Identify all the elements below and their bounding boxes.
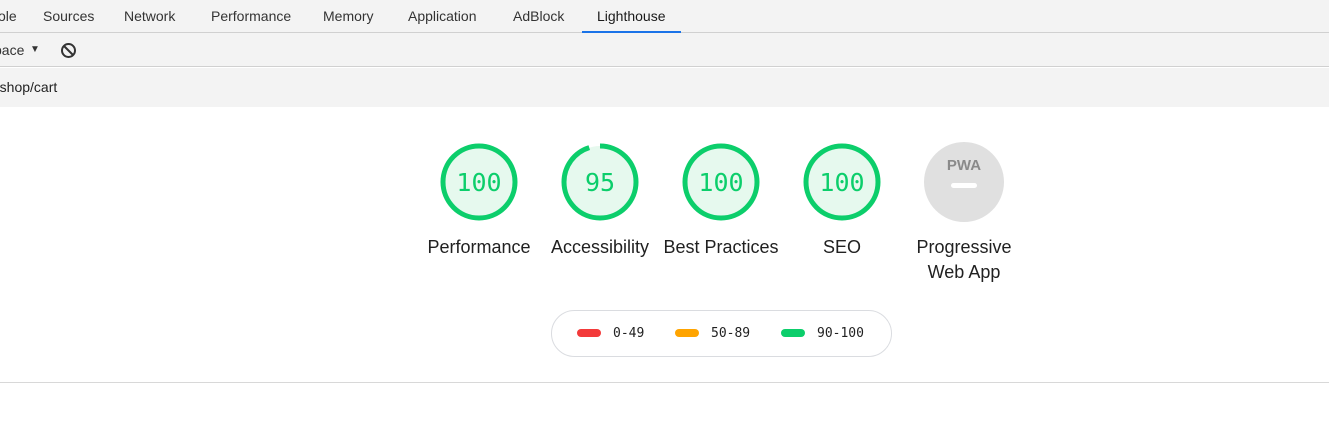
score-ring: 100	[803, 143, 881, 221]
gauge-label: SEO	[822, 237, 861, 257]
tab-memory[interactable]: Memory	[323, 0, 374, 33]
legend-label-pass: 90-100	[817, 326, 864, 341]
legend-item-pass: 90-100	[781, 311, 864, 356]
tab-performance[interactable]: Performance	[211, 0, 291, 33]
gauge-label: Best Practices	[663, 237, 779, 257]
report-select-dropdown[interactable]: pace ▼	[0, 33, 40, 67]
gauge-accessibility[interactable]: 95 Accessibility	[540, 107, 660, 260]
legend-item-fail: 0-49	[577, 311, 644, 356]
tab-console[interactable]: ole	[0, 0, 17, 33]
score-value: 100	[819, 168, 864, 197]
legend-label-average: 50-89	[711, 326, 751, 341]
dropdown-arrow-icon: ▼	[30, 44, 40, 55]
gauge-pwa[interactable]: PWA Progressive Web App	[904, 107, 1024, 285]
score-ring: 100	[682, 143, 760, 221]
lighthouse-toolbar: pace ▼	[0, 33, 1329, 67]
gauge-label: Accessibility	[550, 237, 650, 257]
score-value: 100	[456, 168, 501, 197]
lighthouse-report: 100 Performance 95 Accessibility 100 Best P…	[0, 107, 1329, 439]
report-url-bar: e/shop/cart	[0, 68, 1329, 107]
gauge-seo[interactable]: 100 SEO	[782, 107, 902, 260]
gauge-performance[interactable]: 100 Performance	[419, 107, 539, 260]
gauge-best-practices[interactable]: 100 Best Practices	[661, 107, 781, 260]
report-url[interactable]: e/shop/cart	[0, 68, 57, 107]
block-icon[interactable]	[60, 42, 77, 59]
pwa-badge-text: PWA	[947, 157, 981, 174]
devtools-tab-bar: ole Sources Network Performance Memory A…	[0, 0, 1329, 34]
report-select-label: pace	[0, 42, 25, 58]
report-divider	[0, 382, 1329, 383]
tab-network[interactable]: Network	[124, 0, 175, 33]
pwa-badge-background	[924, 142, 1004, 222]
score-value: 95	[585, 168, 615, 197]
gauge-label: Progressive Web App	[916, 237, 1012, 282]
tab-sources[interactable]: Sources	[43, 0, 94, 33]
tab-lighthouse[interactable]: Lighthouse	[582, 0, 680, 34]
gauge-label: Performance	[427, 237, 531, 257]
score-ring: 100	[440, 143, 518, 221]
legend-item-average: 50-89	[675, 311, 750, 356]
tab-adblock[interactable]: AdBlock	[513, 0, 564, 33]
tab-application[interactable]: Application	[408, 0, 477, 33]
legend-swatch-average	[675, 328, 699, 337]
score-legend: 0-49 50-89 90-100	[551, 310, 892, 357]
pwa-badge-icon: PWA	[924, 142, 1004, 222]
legend-swatch-pass	[781, 328, 805, 337]
legend-label-fail: 0-49	[613, 326, 645, 341]
legend-swatch-fail	[577, 328, 601, 337]
score-value: 100	[698, 168, 743, 197]
score-ring: 95	[561, 143, 639, 221]
pwa-dash-icon	[951, 183, 977, 188]
